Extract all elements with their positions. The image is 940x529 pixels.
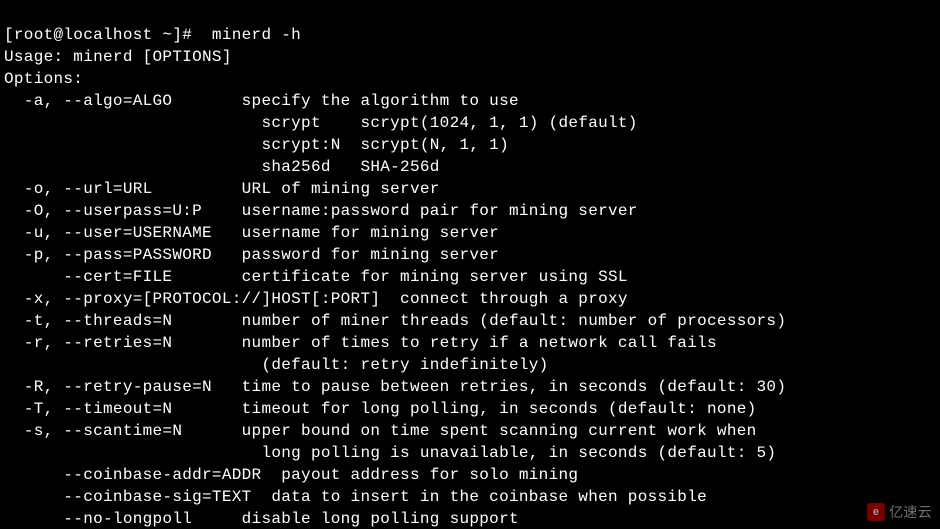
help-line: -x, --proxy=[PROTOCOL://]HOST[:PORT] con… bbox=[4, 290, 628, 308]
help-line: -O, --userpass=U:P username:password pai… bbox=[4, 202, 638, 220]
terminal-output: [root@localhost ~]# minerd -h Usage: min… bbox=[0, 0, 940, 529]
help-line: -t, --threads=N number of miner threads … bbox=[4, 312, 786, 330]
watermark: e 亿速云 bbox=[867, 501, 932, 523]
help-line: --coinbase-sig=TEXT data to insert in th… bbox=[4, 488, 707, 506]
help-line: (default: retry indefinitely) bbox=[4, 356, 549, 374]
help-line: -a, --algo=ALGO specify the algorithm to… bbox=[4, 92, 519, 110]
shell-prompt-line: [root@localhost ~]# minerd -h bbox=[4, 26, 301, 44]
help-line: -s, --scantime=N upper bound on time spe… bbox=[4, 422, 757, 440]
help-line: -u, --user=USERNAME username for mining … bbox=[4, 224, 499, 242]
options-header: Options: bbox=[4, 70, 83, 88]
help-line: -r, --retries=N number of times to retry… bbox=[4, 334, 717, 352]
help-line: scrypt:N scrypt(N, 1, 1) bbox=[4, 136, 509, 154]
help-line: -T, --timeout=N timeout for long polling… bbox=[4, 400, 757, 418]
help-line: -R, --retry-pause=N time to pause betwee… bbox=[4, 378, 786, 396]
help-line: scrypt scrypt(1024, 1, 1) (default) bbox=[4, 114, 638, 132]
help-line: --no-longpoll disable long polling suppo… bbox=[4, 510, 519, 528]
help-line: -o, --url=URL URL of mining server bbox=[4, 180, 440, 198]
help-line: --coinbase-addr=ADDR payout address for … bbox=[4, 466, 578, 484]
help-line: --cert=FILE certificate for mining serve… bbox=[4, 268, 628, 286]
help-line: -p, --pass=PASSWORD password for mining … bbox=[4, 246, 499, 264]
watermark-logo-icon: e bbox=[867, 503, 885, 521]
usage-line: Usage: minerd [OPTIONS] bbox=[4, 48, 232, 66]
watermark-text: 亿速云 bbox=[889, 501, 932, 523]
help-line: long polling is unavailable, in seconds … bbox=[4, 444, 776, 462]
help-line: sha256d SHA-256d bbox=[4, 158, 440, 176]
